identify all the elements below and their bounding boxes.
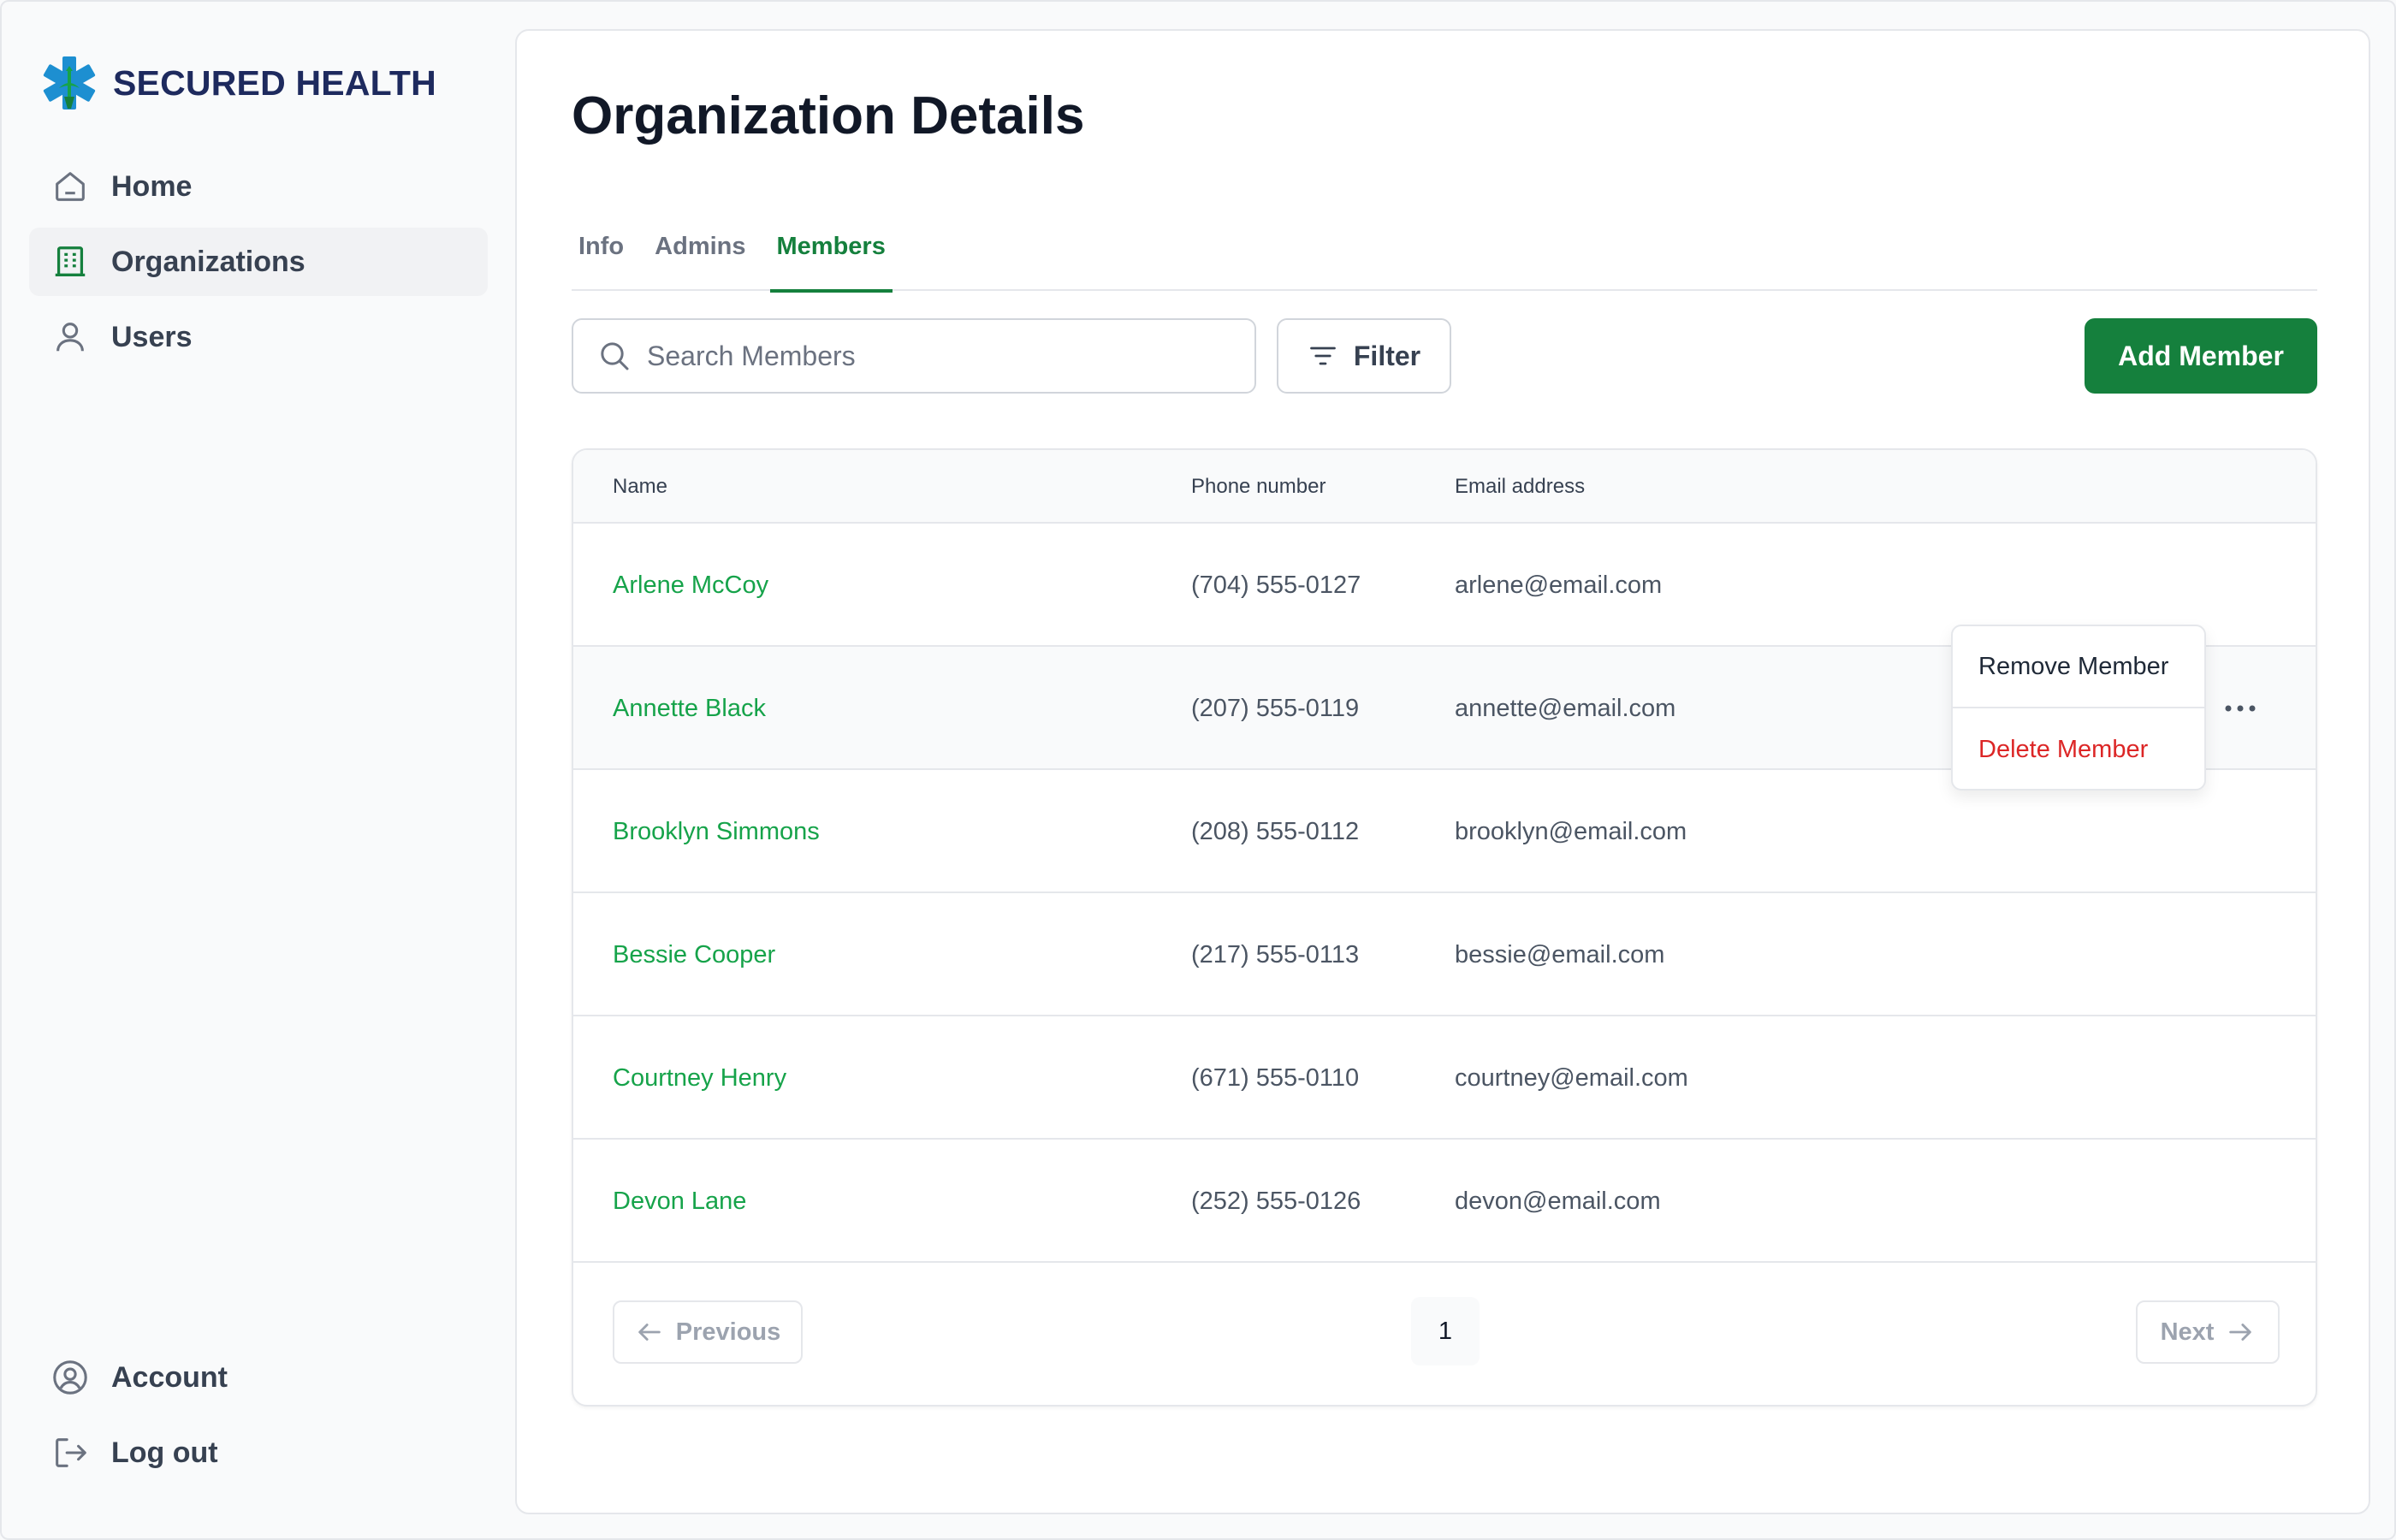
member-name-link[interactable]: Bessie Cooper	[613, 893, 775, 1016]
member-name-link[interactable]: Devon Lane	[613, 1140, 746, 1263]
toolbar: Filter Add Member	[572, 318, 2317, 394]
member-email: arlene@email.com	[1455, 571, 1663, 599]
brand-logo[interactable]: SECURED HEALTH	[41, 55, 436, 111]
search-box[interactable]	[572, 318, 1256, 394]
sidebar-item-label: Home	[111, 169, 193, 203]
search-icon	[601, 342, 629, 370]
member-phone: (207) 555-0119	[1191, 694, 1360, 722]
page-title: Organization Details	[572, 86, 1085, 145]
previous-page-button[interactable]: Previous	[613, 1300, 803, 1364]
member-phone: (252) 555-0126	[1191, 1187, 1361, 1215]
building-icon	[50, 241, 91, 282]
column-header-email[interactable]: Email address	[1455, 450, 1585, 524]
tab-admins[interactable]: Admins	[648, 202, 752, 291]
page-number-button[interactable]: 1	[1411, 1297, 1480, 1365]
sidebar-item-label: Account	[111, 1360, 228, 1394]
member-name-link[interactable]: Annette Black	[613, 647, 766, 770]
member-email: bessie@email.com	[1455, 940, 1665, 968]
account-circle-icon	[50, 1357, 91, 1398]
sidebar-item-logout[interactable]: Log out	[29, 1419, 488, 1487]
filter-button[interactable]: Filter	[1277, 318, 1451, 394]
member-name-link[interactable]: Arlene McCoy	[613, 524, 768, 647]
brand-name: SECURED HEALTH	[113, 62, 436, 103]
column-header-name[interactable]: Name	[613, 450, 667, 524]
sidebar-item-label: Log out	[111, 1436, 218, 1469]
member-email: brooklyn@email.com	[1455, 817, 1687, 845]
arrow-right-icon	[2229, 1324, 2252, 1341]
sidebar-item-label: Organizations	[111, 245, 305, 278]
more-horizontal-icon	[2225, 705, 2256, 712]
filter-lines-icon	[1310, 346, 1336, 365]
member-name-link[interactable]: Brooklyn Simmons	[613, 770, 820, 893]
sidebar-item-home[interactable]: Home	[29, 152, 488, 221]
search-input[interactable]	[647, 340, 1229, 372]
table-header: Name Phone number Email address	[573, 450, 2316, 524]
member-phone: (704) 555-0127	[1191, 571, 1361, 599]
next-page-button[interactable]: Next	[2136, 1300, 2280, 1364]
star-of-life-logo-icon	[43, 56, 96, 110]
members-table: Name Phone number Email address Arlene M…	[572, 448, 2317, 1407]
sidebar-item-account[interactable]: Account	[29, 1343, 488, 1412]
column-header-phone[interactable]: Phone number	[1191, 450, 1326, 524]
filter-button-label: Filter	[1353, 340, 1421, 371]
member-email: annette@email.com	[1455, 694, 1676, 722]
tab-info[interactable]: Info	[572, 202, 631, 291]
arrow-left-icon	[638, 1324, 661, 1341]
app-window: SECURED HEALTH Home Organizations Users …	[0, 0, 2396, 1540]
table-row: Bessie Cooper (217) 555-0113 bessie@emai…	[573, 893, 2316, 1016]
user-icon	[50, 317, 91, 358]
member-phone: (208) 555-0112	[1191, 817, 1360, 845]
logout-icon	[50, 1432, 91, 1473]
next-label: Next	[2160, 1318, 2215, 1346]
table-row: Courtney Henry (671) 555-0110 courtney@e…	[573, 1016, 2316, 1140]
tab-members[interactable]: Members	[769, 202, 893, 293]
home-icon	[50, 166, 91, 207]
sidebar-item-organizations[interactable]: Organizations	[29, 228, 488, 296]
member-phone: (671) 555-0110	[1191, 1063, 1360, 1092]
pagination: Previous 1 Next	[573, 1263, 2316, 1405]
delete-member-menu-item[interactable]: Delete Member	[1953, 708, 2204, 791]
member-phone: (217) 555-0113	[1191, 940, 1360, 968]
tab-bar: Info Admins Members	[572, 202, 2317, 293]
member-email: devon@email.com	[1455, 1187, 1661, 1215]
add-member-button[interactable]: Add Member	[2085, 318, 2317, 394]
sidebar-bottom-nav: Account Log out	[29, 1343, 488, 1494]
row-actions-menu: Remove Member Delete Member	[1951, 625, 2206, 791]
sidebar-nav: Home Organizations Users	[29, 152, 488, 378]
sidebar-item-label: Users	[111, 320, 193, 353]
member-email: courtney@email.com	[1455, 1063, 1688, 1092]
sidebar: SECURED HEALTH Home Organizations Users …	[2, 2, 515, 1540]
row-actions-button[interactable]	[2220, 690, 2261, 727]
remove-member-menu-item[interactable]: Remove Member	[1953, 626, 2204, 708]
sidebar-item-users[interactable]: Users	[29, 303, 488, 371]
previous-label: Previous	[675, 1318, 781, 1346]
table-row: Devon Lane (252) 555-0126 devon@email.co…	[573, 1140, 2316, 1263]
member-name-link[interactable]: Courtney Henry	[613, 1016, 786, 1140]
